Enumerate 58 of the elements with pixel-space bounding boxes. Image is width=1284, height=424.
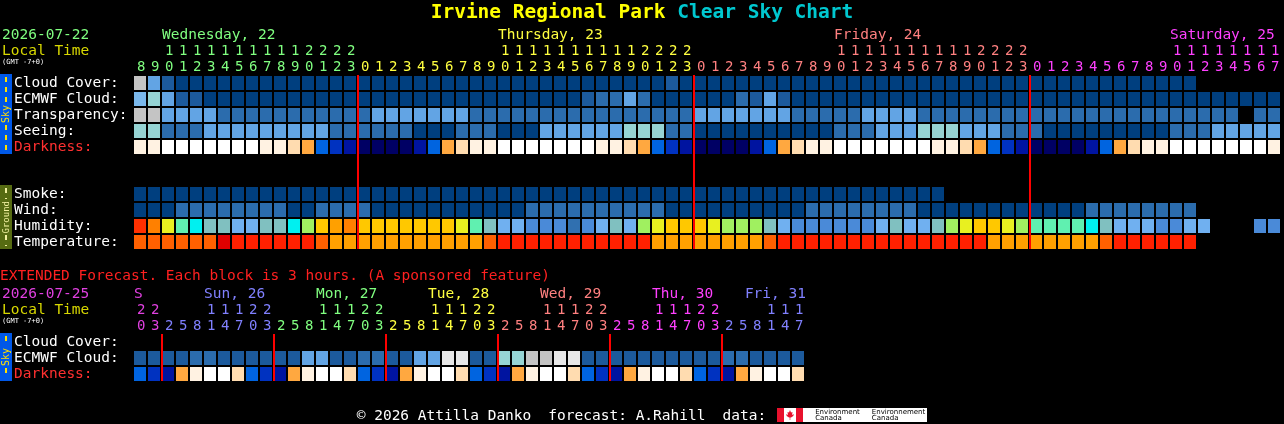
date-label: 2026-07-22 — [2, 26, 90, 42]
hour-digits: 25814703 — [388, 317, 501, 333]
tag-label: Sky — [0, 347, 12, 367]
row-label: ECMWF Cloud: — [14, 90, 120, 106]
row-label: ECMWF Cloud: — [14, 349, 120, 365]
hour-digits: 012345678901234567 — [1032, 58, 1284, 74]
day-label: Saturday, 25 — [1170, 26, 1275, 42]
row-label: Seeing: — [14, 122, 77, 138]
tag-label: Ground — [0, 200, 12, 234]
hour-digits: 11111111112222 — [164, 42, 361, 58]
extended-forecast-note: EXTENDED Forecast. Each block is 3 hours. (A sponsored feature) — [0, 267, 550, 283]
flag-icon — [777, 408, 804, 422]
hour-digits: 012345678901234567890123 — [360, 58, 697, 74]
hour-digits: 8901234567890123 — [136, 58, 361, 74]
hour-digits: 11111111 — [1172, 42, 1284, 58]
hour-digits: 11111111112222 — [836, 42, 1033, 58]
day-label: Wednesday, 22 — [162, 26, 276, 42]
row-label: Darkness: — [14, 365, 94, 381]
credit-text: forecast: A.Rahill — [548, 407, 706, 423]
hour-digits: 11122 — [430, 301, 501, 317]
hour-digits: 012345678901234567890123 — [696, 58, 1033, 74]
day-label: Tue, 28 — [428, 285, 490, 301]
tag-label: Sky — [0, 104, 12, 124]
hour-digits: 11111111112222 — [500, 42, 697, 58]
hour-digits: 111 — [766, 301, 809, 317]
hour-digits: 25814703 — [612, 317, 725, 333]
local-time-label: Local Time — [2, 301, 90, 317]
row-label: Temperature: — [14, 233, 120, 249]
hour-digits: 11122 — [542, 301, 613, 317]
credit-text: data: — [722, 407, 767, 423]
row-label: Wind: — [14, 201, 59, 217]
row-label: Darkness: — [14, 138, 94, 154]
row-label: Smoke: — [14, 185, 68, 201]
day-label: Fri, 31 — [744, 285, 806, 301]
day-label: Thursday, 23 — [498, 26, 603, 42]
hour-digits: 03 — [136, 317, 165, 333]
day-label: Mon, 27 — [316, 285, 378, 301]
row-label: Humidity: — [14, 217, 94, 233]
row-label: Cloud Cover: — [14, 74, 120, 90]
day-label: S — [134, 285, 143, 301]
hour-digits: 11122 — [206, 301, 277, 317]
day-label: Friday, 24 — [834, 26, 922, 42]
hour-digits: 25814703 — [500, 317, 613, 333]
hour-digits: 22 — [136, 301, 165, 317]
hour-digits: 258147 — [724, 317, 809, 333]
hour-digits: 25814703 — [276, 317, 389, 333]
row-label: Transparency: — [14, 106, 129, 122]
local-time-label: Local Time — [2, 42, 90, 58]
row-label: Cloud Cover: — [14, 333, 120, 349]
hour-digits: 11122 — [654, 301, 725, 317]
day-label: Sun, 26 — [204, 285, 266, 301]
day-label: Thu, 30 — [652, 285, 714, 301]
credit-text: © 2026 Attilla Danko — [356, 407, 532, 423]
date-label: 2026-07-25 — [2, 285, 90, 301]
chart-title: Irvine Regional Park Clear Sky Chart — [430, 0, 854, 24]
day-label: Wed, 29 — [540, 285, 602, 301]
hour-digits: 11122 — [318, 301, 389, 317]
hour-digits: 25814703 — [164, 317, 277, 333]
